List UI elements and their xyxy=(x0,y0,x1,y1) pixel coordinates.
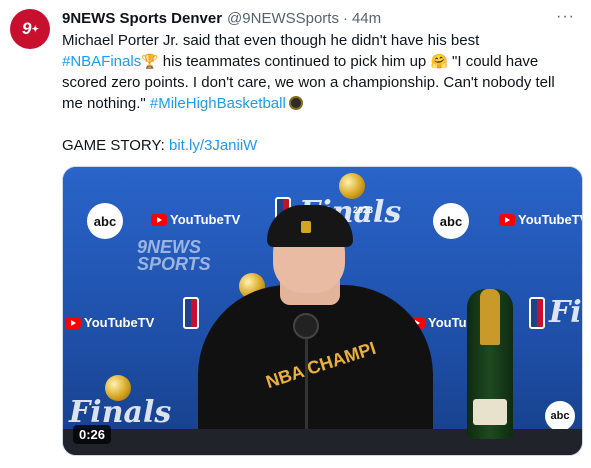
microphone-icon xyxy=(293,313,319,339)
nba-logo-right xyxy=(529,297,545,329)
tweet-time[interactable]: 44m xyxy=(352,10,381,27)
tweet-line-3: scored zero points. I don't care, we won… xyxy=(62,74,555,91)
tweet-line-1: Michael Porter Jr. said that even though… xyxy=(62,32,480,49)
trophy-emoji-icon: 🏆 xyxy=(141,53,159,69)
youtube-tv-logo: YouTubeTV xyxy=(151,212,240,227)
abc-logo: abc xyxy=(87,203,123,239)
game-story-label: GAME STORY: xyxy=(62,137,169,154)
peacock-icon: ✦ xyxy=(31,23,38,34)
tweet-line-6: GAME STORY: bit.ly/3JaniiW xyxy=(62,135,582,156)
hashtag-nbafinals[interactable]: #NBAFinals xyxy=(62,53,141,70)
youtube-play-icon xyxy=(151,213,167,226)
abc-logo-2: abc xyxy=(433,203,469,239)
game-story-link[interactable]: bit.ly/3JaniiW xyxy=(169,137,257,154)
cap-trophy-icon xyxy=(301,221,311,233)
abc-logo-bottom: abc xyxy=(545,401,575,431)
youtube-tv-logo-text: YouTubeTV xyxy=(170,212,241,227)
author-handle[interactable]: @9NEWSSports xyxy=(227,10,339,27)
youtube-tv-logo-bottom-text: YouTubeTV xyxy=(84,315,155,330)
watermark-line-2: SPORTS xyxy=(137,254,211,274)
champagne-bottle-label xyxy=(473,399,507,425)
tweet-line-2-quote: "I could have xyxy=(447,53,539,70)
tweet-text: Michael Porter Jr. said that even though… xyxy=(62,30,582,156)
youtube-tv-logo-bottom: YouTubeTV xyxy=(65,315,154,330)
9news-sports-watermark: 9NEWS SPORTS xyxy=(137,238,211,274)
tweet-card[interactable]: 9 ✦ 9NEWS Sports Denver @9NEWSSports · 44… xyxy=(0,0,591,468)
microphone-stand xyxy=(305,339,308,429)
trophy-ball-top xyxy=(339,173,365,199)
youtube-tv-logo-right: YouTubeTV xyxy=(499,212,583,227)
youtube-tv-logo-right-text: YouTubeTV xyxy=(518,212,583,227)
video-player[interactable]: abc YouTubeTV Finals 2023 abc YouTubeTV … xyxy=(62,166,583,456)
finals-year: 2023 xyxy=(353,205,374,215)
separator-dot: · xyxy=(342,9,348,27)
youtube-play-icon xyxy=(65,316,81,329)
tweet-line-4-text: me nothing." xyxy=(62,95,150,112)
tweet-line-2-text: his teammates continued to pick him up xyxy=(158,53,431,70)
more-options-icon[interactable]: ··· xyxy=(556,8,575,26)
nuggets-ball-icon xyxy=(288,96,303,110)
tweet-line-2: #NBAFinals🏆 his teammates continued to p… xyxy=(62,51,582,72)
author-avatar[interactable]: 9 ✦ xyxy=(10,9,50,49)
avatar-logo-text: 9 xyxy=(21,19,32,38)
finals-logo-right: Fi xyxy=(549,295,582,330)
hugging-face-emoji-icon: 🤗 xyxy=(430,53,448,69)
author-name[interactable]: 9NEWS Sports Denver xyxy=(62,10,222,27)
tweet-line-4: me nothing." #MileHighBasketball xyxy=(62,93,582,114)
tweet-header: 9NEWS Sports Denver @9NEWSSports · 44m ·… xyxy=(62,8,579,28)
video-timestamp: 0:26 xyxy=(73,425,112,444)
hashtag-milehighbasketball[interactable]: #MileHighBasketball xyxy=(150,95,286,112)
champagne-bottle-neck xyxy=(480,289,500,345)
nba-logo-left xyxy=(183,297,199,329)
youtube-play-icon xyxy=(499,213,515,226)
